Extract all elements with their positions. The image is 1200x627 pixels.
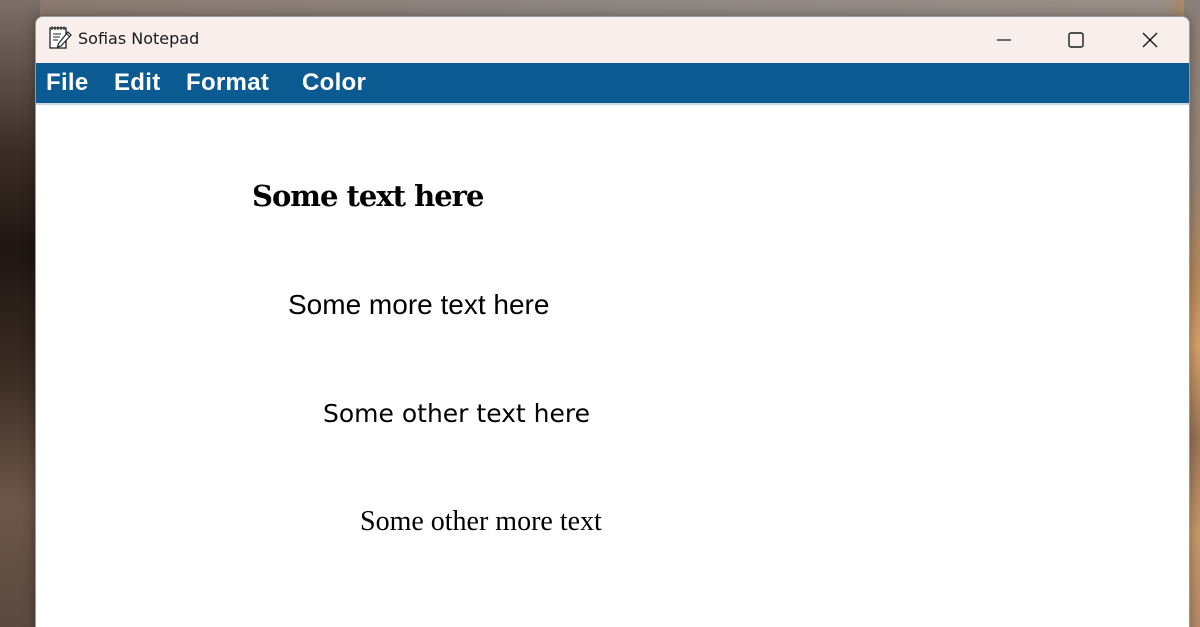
minimize-button[interactable] <box>968 17 1040 63</box>
desktop-background-left <box>0 0 40 627</box>
maximize-icon <box>1068 32 1084 48</box>
window-title: Sofias Notepad <box>78 29 200 48</box>
document-line: Some more text here <box>288 289 550 320</box>
document-line: Some other more text <box>360 506 602 537</box>
notepad-window: Sofias Notepad File Edit Format Color So… <box>35 16 1190 627</box>
document-line: Some text here <box>252 179 484 213</box>
menu-edit[interactable]: Edit <box>114 69 161 97</box>
menu-color[interactable]: Color <box>302 69 366 97</box>
title-bar[interactable]: Sofias Notepad <box>36 17 1189 63</box>
notepad-icon <box>48 25 72 51</box>
close-icon <box>1142 32 1158 48</box>
menu-file[interactable]: File <box>46 69 89 97</box>
document-line: Some other text here <box>323 399 591 428</box>
menu-bar: File Edit Format Color <box>36 63 1189 105</box>
text-editor-area[interactable]: Some text here Some more text here Some … <box>36 105 1189 627</box>
maximize-button[interactable] <box>1040 17 1112 63</box>
minimize-icon <box>997 39 1011 41</box>
close-button[interactable] <box>1114 17 1186 63</box>
menu-format[interactable]: Format <box>186 69 269 97</box>
